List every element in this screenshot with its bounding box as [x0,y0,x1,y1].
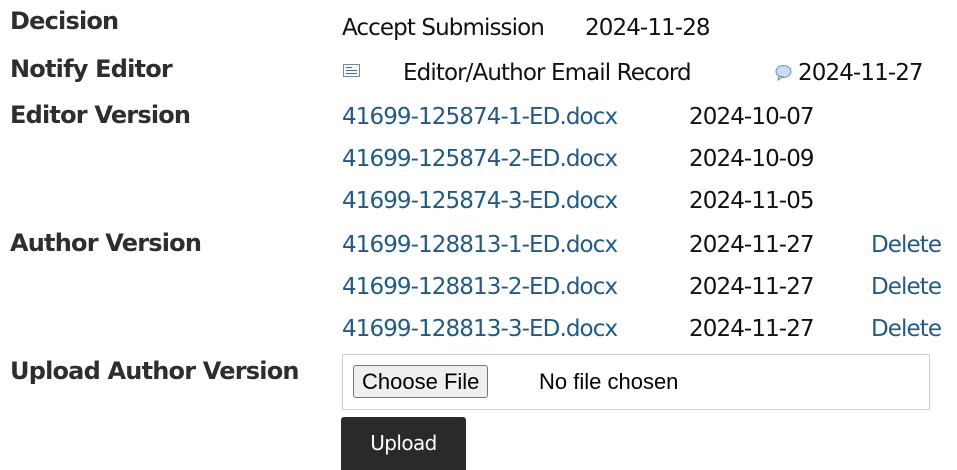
decision-value: Accept Submission [342,15,545,41]
author-version-file-date: 2024-11-27 [689,316,815,342]
delete-author-file-button[interactable]: Delete [871,272,942,302]
author-version-file-link[interactable]: 41699-128813-2-ED.docx [342,272,618,302]
delete-author-file-button[interactable]: Delete [871,314,942,344]
editor-version-file-link[interactable]: 41699-125874-3-ED.docx [342,186,618,216]
email-record-icon[interactable] [343,64,360,77]
author-file-input[interactable]: Choose File No file chosen [342,354,930,410]
author-version-file-link[interactable]: 41699-128813-3-ED.docx [342,314,618,344]
decision-label: Decision [10,7,119,35]
notify-editor-date: 2024-11-27 [798,60,924,86]
editor-version-file-date: 2024-10-07 [689,104,815,130]
editor-version-file-link[interactable]: 41699-125874-1-ED.docx [342,102,618,132]
notify-editor-label: Notify Editor [10,55,173,83]
editor-version-file-date: 2024-10-09 [689,146,815,172]
author-version-file-date: 2024-11-27 [689,232,815,258]
no-file-chosen-text: No file chosen [539,369,679,394]
editor-version-file-date: 2024-11-05 [689,188,815,214]
author-version-label: Author Version [10,229,202,257]
upload-button[interactable]: Upload [341,417,466,470]
delete-author-file-button[interactable]: Delete [871,230,942,260]
choose-file-button[interactable]: Choose File [353,365,489,398]
comment-bubble-icon[interactable] [775,64,792,81]
upload-author-version-label: Upload Author Version [10,357,299,385]
editor-version-file-link[interactable]: 41699-125874-2-ED.docx [342,144,618,174]
decision-date: 2024-11-28 [585,15,711,41]
editor-version-label: Editor Version [10,101,191,129]
author-version-file-date: 2024-11-27 [689,274,815,300]
email-record-link[interactable]: Editor/Author Email Record [403,58,692,88]
author-version-file-link[interactable]: 41699-128813-1-ED.docx [342,230,618,260]
